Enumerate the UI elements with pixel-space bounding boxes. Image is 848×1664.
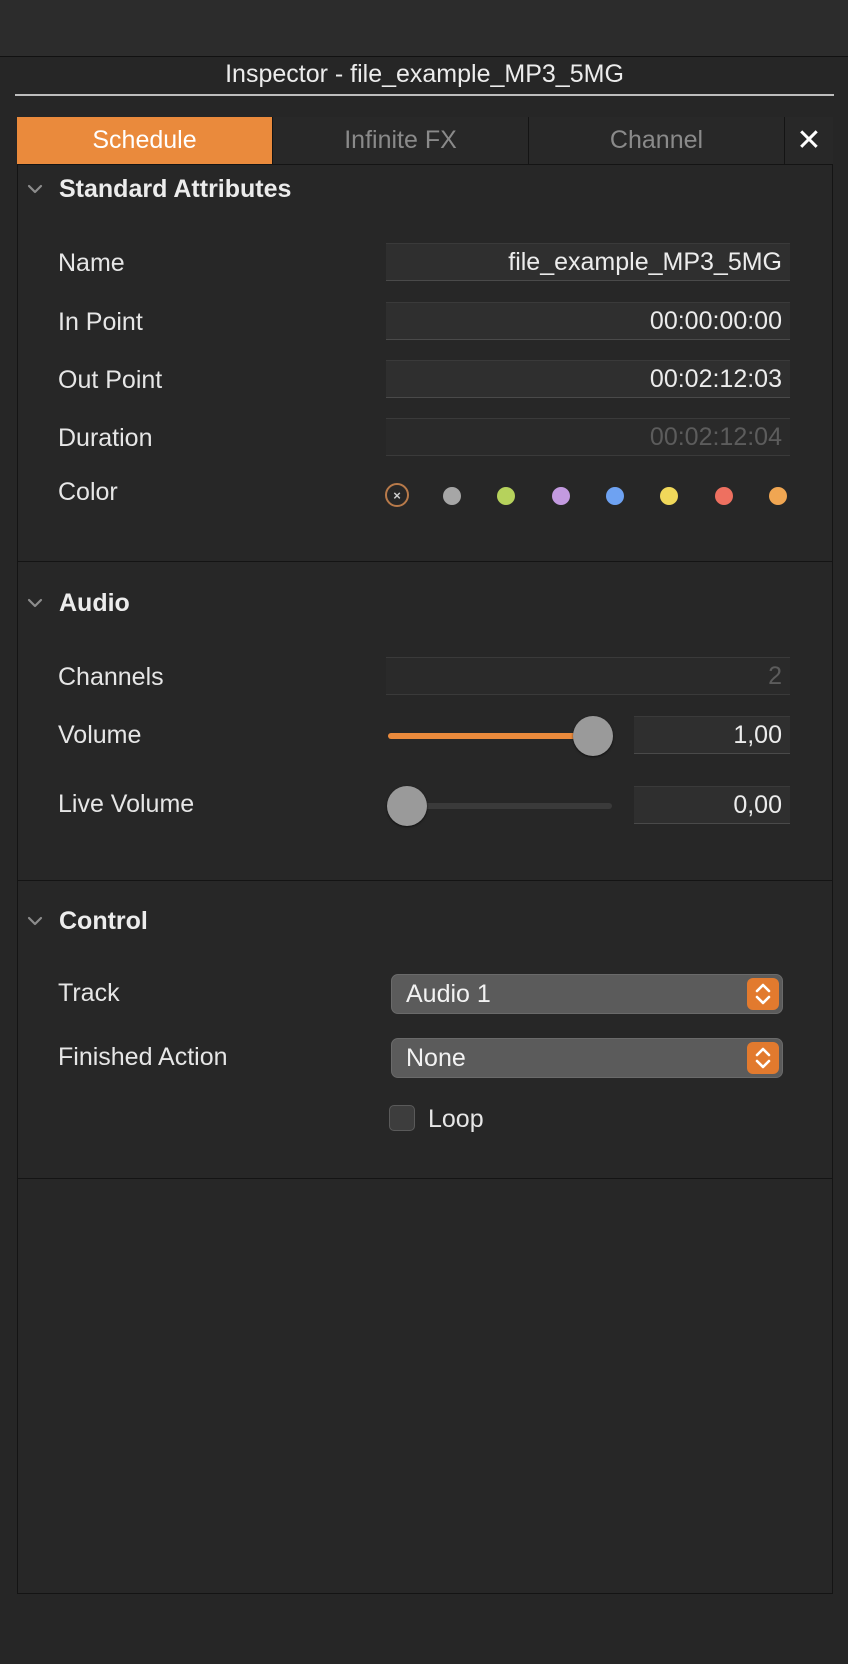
close-icon[interactable]: ✕ (785, 117, 833, 164)
section-divider (17, 561, 833, 562)
section-control[interactable]: Control (25, 904, 148, 938)
section-title: Control (59, 906, 148, 935)
section-title: Standard Attributes (59, 174, 292, 203)
in-point-field[interactable]: 00:00:00:00 (386, 302, 790, 340)
volume-slider-thumb[interactable] (573, 716, 613, 756)
tab-infinite-fx[interactable]: Infinite FX (273, 117, 529, 164)
window-titlebar (0, 0, 848, 57)
channels-field: 2 (386, 657, 790, 695)
name-field[interactable]: file_example_MP3_5MG (386, 243, 790, 281)
section-standard-attributes[interactable]: Standard Attributes (25, 172, 291, 206)
track-select-value: Audio 1 (406, 980, 491, 1008)
name-label: Name (58, 249, 125, 277)
color-label: Color (58, 478, 118, 506)
color-none-swatch[interactable]: × (385, 483, 409, 507)
inspector-title: Inspector - file_example_MP3_5MG (15, 56, 834, 96)
volume-label: Volume (58, 721, 142, 749)
finished-action-select-value: None (406, 1044, 466, 1072)
chevron-down-icon (27, 184, 43, 194)
duration-field: 00:02:12:04 (386, 418, 790, 456)
section-divider (17, 880, 833, 881)
duration-label: Duration (58, 424, 153, 452)
color-swatch[interactable] (551, 487, 570, 505)
section-title: Audio (59, 588, 130, 617)
color-swatch[interactable] (714, 487, 733, 505)
out-point-label: Out Point (58, 366, 163, 394)
volume-slider-fill (388, 733, 593, 739)
section-audio[interactable]: Audio (25, 586, 130, 620)
track-label: Track (58, 979, 120, 1007)
out-point-field[interactable]: 00:02:12:03 (386, 360, 790, 398)
live-volume-label: Live Volume (58, 790, 195, 818)
chevron-down-icon (27, 598, 43, 608)
stepper-icon (747, 978, 779, 1010)
tab-schedule[interactable]: Schedule (17, 117, 273, 164)
loop-label: Loop (428, 1105, 484, 1133)
live-volume-slider-thumb[interactable] (387, 786, 427, 826)
section-divider (17, 1178, 833, 1179)
live-volume-field[interactable]: 0,00 (634, 786, 790, 824)
chevron-down-icon (27, 916, 43, 926)
loop-checkbox[interactable] (389, 1105, 415, 1131)
volume-field[interactable]: 1,00 (634, 716, 790, 754)
tab-bar: Schedule Infinite FX Channel ✕ (17, 117, 833, 165)
tab-channel[interactable]: Channel (529, 117, 785, 164)
channels-label: Channels (58, 663, 164, 691)
color-swatch[interactable] (768, 487, 787, 505)
color-swatch[interactable] (443, 487, 461, 505)
finished-action-label: Finished Action (58, 1043, 228, 1071)
in-point-label: In Point (58, 308, 143, 336)
color-swatch[interactable] (605, 487, 624, 505)
finished-action-select[interactable]: None (391, 1038, 783, 1078)
stepper-icon (747, 1042, 779, 1074)
track-select[interactable]: Audio 1 (391, 974, 783, 1014)
